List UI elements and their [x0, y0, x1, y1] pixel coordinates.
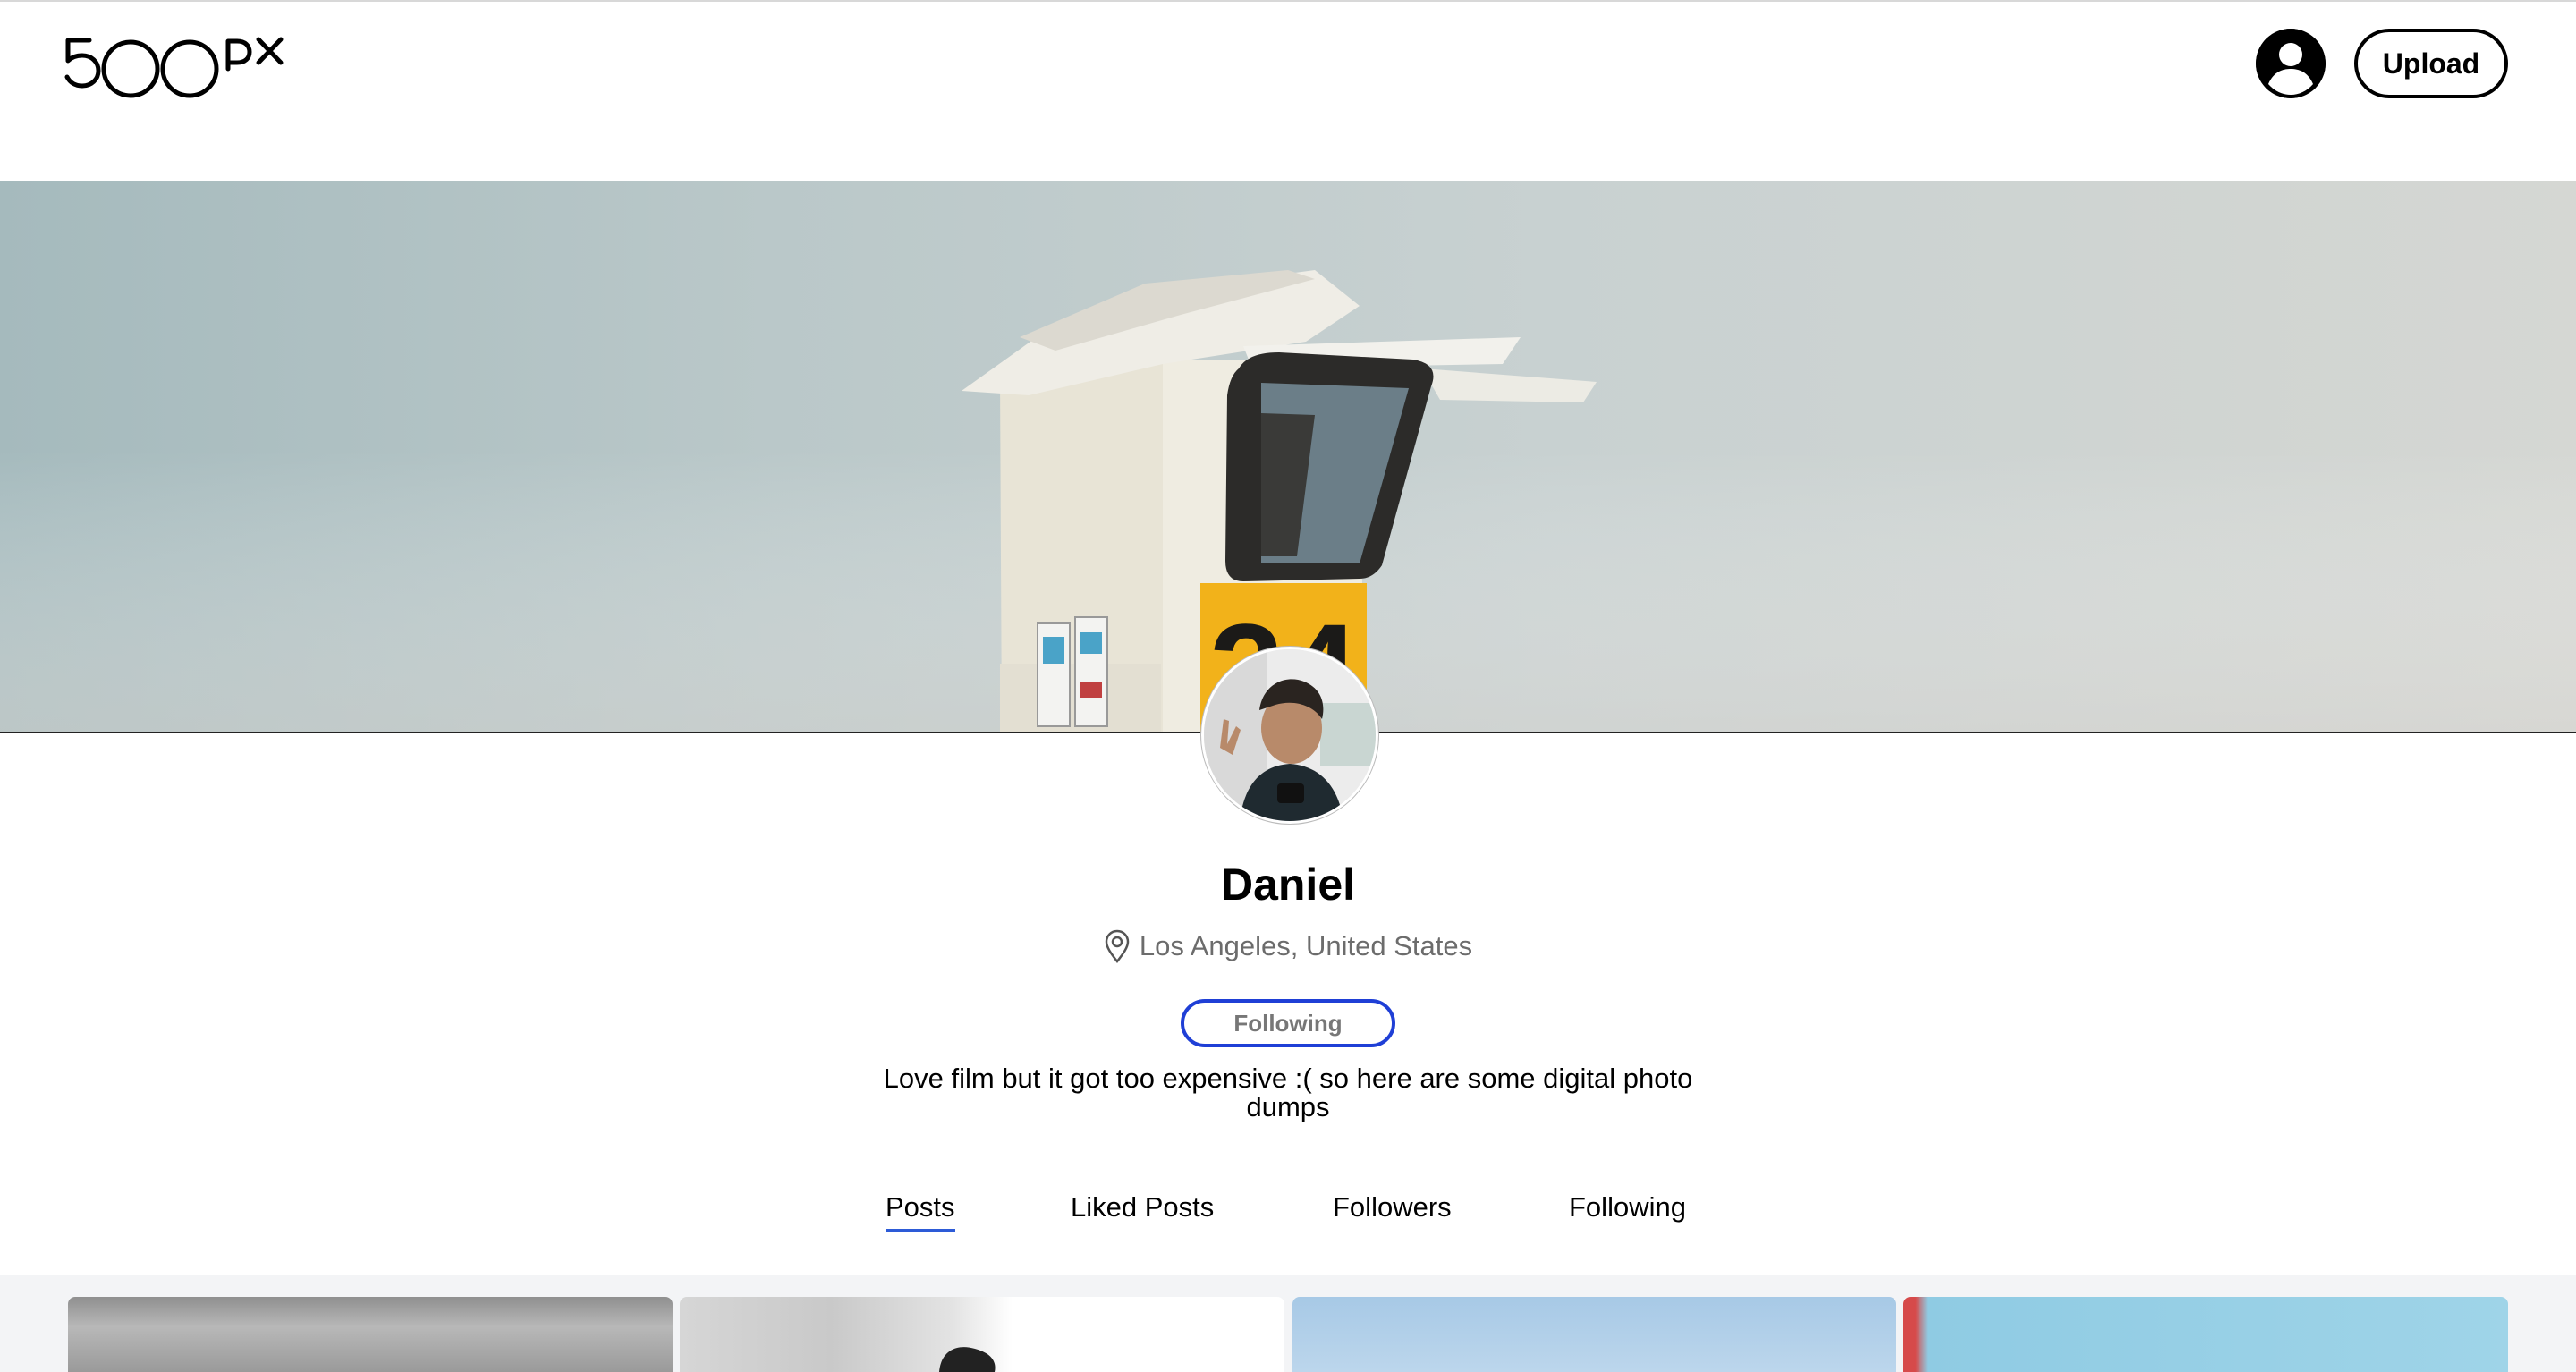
500px-logo[interactable] — [63, 29, 295, 100]
profile-tabs: Posts Liked Posts Followers Following — [0, 1191, 2576, 1236]
post-thumbnail[interactable] — [68, 1297, 673, 1372]
following-button[interactable]: Following — [1181, 999, 1395, 1047]
profile-avatar[interactable] — [1201, 647, 1378, 824]
tab-following[interactable]: Following — [1569, 1191, 1686, 1229]
map-pin-icon — [1105, 929, 1130, 964]
profile-location: Los Angeles, United States — [0, 928, 2576, 964]
user-avatar-icon[interactable] — [2256, 29, 2326, 98]
location-text: Los Angeles, United States — [1139, 930, 1473, 961]
profile-bio: Love film but it got too expensive :( so… — [883, 1063, 1693, 1122]
upload-button[interactable]: Upload — [2354, 29, 2508, 98]
site-header: Upload — [0, 2, 2576, 181]
tab-followers[interactable]: Followers — [1333, 1191, 1452, 1229]
tab-liked-posts[interactable]: Liked Posts — [1071, 1191, 1214, 1229]
post-thumbnail[interactable] — [1903, 1297, 2508, 1372]
profile-name: Daniel — [1220, 860, 1356, 910]
post-thumbnail[interactable] — [680, 1297, 1284, 1372]
tab-posts[interactable]: Posts — [886, 1191, 955, 1232]
post-thumbnail[interactable] — [1292, 1297, 1896, 1372]
